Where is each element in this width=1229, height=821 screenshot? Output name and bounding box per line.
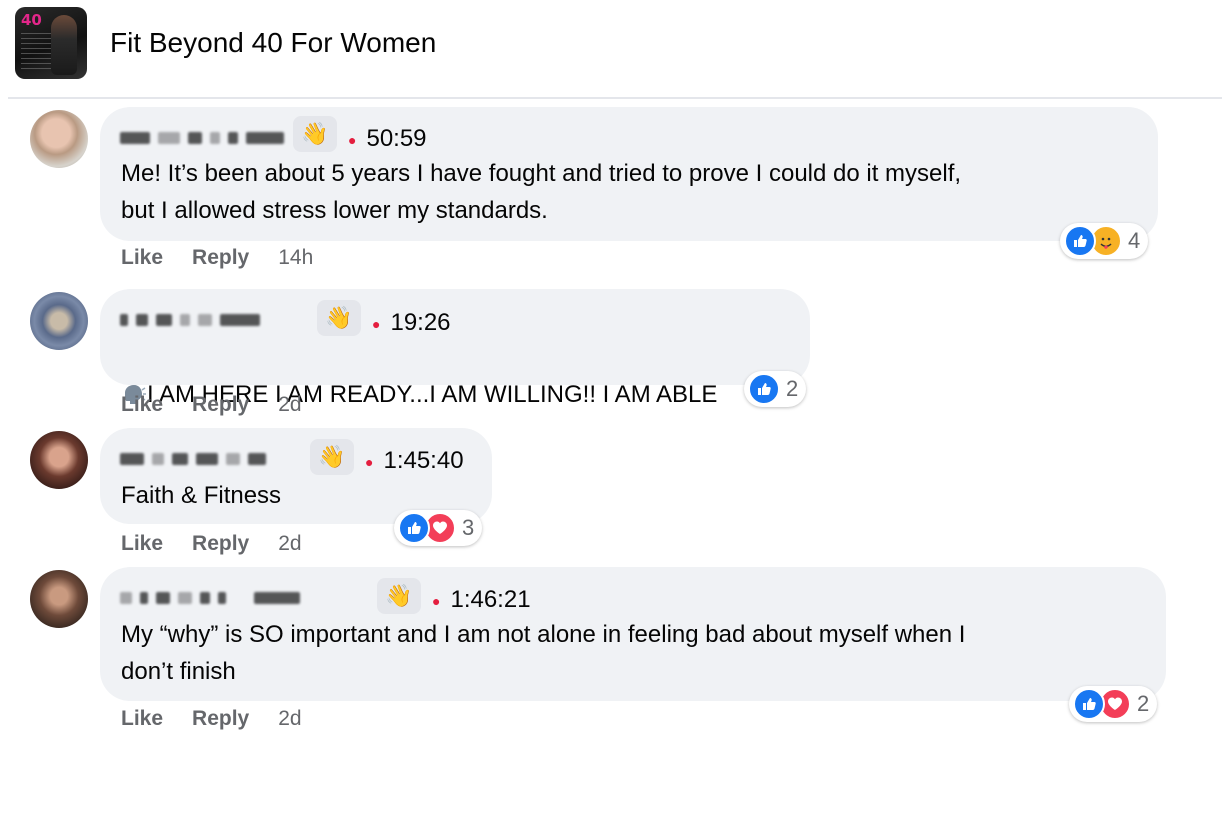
commenter-name-redacted[interactable] — [120, 446, 266, 472]
reaction-summary[interactable]: 3 — [394, 510, 483, 546]
reaction-summary[interactable]: 2 — [744, 371, 807, 407]
comment-text: Faith & Fitness — [121, 482, 282, 509]
comment-timestamp[interactable]: ● 1:46:21 — [432, 586, 531, 614]
comment-timestamp[interactable]: ● 1:45:40 — [365, 447, 464, 475]
comment-actions: Like Reply 2d — [121, 707, 302, 731]
reply-link[interactable]: Reply — [192, 707, 249, 731]
avatar[interactable] — [30, 292, 88, 350]
reaction-count: 2 — [786, 376, 799, 401]
group-avatar-badge: 40 — [21, 11, 42, 29]
reaction-count: 2 — [1137, 691, 1150, 716]
reaction-summary[interactable]: 4 — [1060, 223, 1149, 259]
reply-link[interactable]: Reply — [192, 532, 249, 556]
reply-link[interactable]: Reply — [192, 246, 249, 270]
group-header: 40 Fit Beyond 40 For Women — [0, 0, 1229, 96]
reply-link[interactable]: Reply — [192, 393, 249, 417]
comment: 👋 ● 1:46:21 My “why” is SO important and … — [0, 566, 1229, 746]
commenter-name-redacted[interactable] — [120, 307, 260, 333]
comment-timestamp[interactable]: ● 19:26 — [372, 309, 451, 337]
like-link[interactable]: Like — [121, 246, 163, 270]
comment-actions: Like Reply 14h — [121, 246, 313, 270]
comment-bubble: 👋 ● 50:59 Me! It’s been about 5 years I h… — [100, 107, 1158, 241]
like-link[interactable]: Like — [121, 707, 163, 731]
commenter-name-redacted[interactable] — [120, 125, 284, 151]
reaction-count: 3 — [462, 515, 475, 540]
reaction-summary[interactable]: 2 — [1069, 686, 1158, 722]
wave-badge-icon[interactable]: 👋 — [310, 439, 354, 475]
comment-text: Me! It’s been about 5 years I have fough… — [121, 160, 962, 224]
comment-bubble: 👋 ● 19:26 I AM HERE I AM READY...I AM WIL… — [100, 289, 810, 408]
wave-badge-icon[interactable]: 👋 — [317, 300, 361, 336]
like-reaction-icon — [1064, 225, 1096, 257]
comment-age[interactable]: 14h — [278, 246, 313, 270]
like-link[interactable]: Like — [121, 532, 163, 556]
group-title[interactable]: Fit Beyond 40 For Women — [110, 27, 436, 59]
like-link[interactable]: Like — [121, 393, 163, 417]
comment-age[interactable]: 2d — [278, 532, 301, 556]
wave-badge-icon[interactable]: 👋 — [377, 578, 421, 614]
header-divider — [8, 97, 1222, 99]
comment-age[interactable]: 2d — [278, 393, 301, 417]
group-avatar-text-lines — [21, 33, 51, 73]
comment-age[interactable]: 2d — [278, 707, 301, 731]
wave-badge-icon[interactable]: 👋 — [293, 116, 337, 152]
commenter-name-redacted[interactable] — [120, 585, 300, 611]
comment: 👋 ● 1:45:40 Faith & Fitness Like Reply 2d… — [0, 427, 1229, 567]
comment-actions: Like Reply 2d — [121, 393, 302, 417]
reaction-count: 4 — [1128, 228, 1141, 253]
group-avatar-figure — [51, 15, 77, 75]
avatar[interactable] — [30, 431, 88, 489]
comment-text: My “why” is SO important and I am not al… — [121, 621, 966, 685]
like-reaction-icon — [398, 512, 430, 544]
group-avatar[interactable]: 40 — [15, 7, 87, 79]
comment-bubble: 👋 ● 1:46:21 My “why” is SO important and … — [100, 567, 1166, 701]
like-reaction-icon — [1073, 688, 1105, 720]
comment-actions: Like Reply 2d — [121, 532, 302, 556]
like-reaction-icon — [748, 373, 780, 405]
comment-timestamp[interactable]: ● 50:59 — [348, 125, 427, 153]
avatar[interactable] — [30, 110, 88, 168]
comment: 👋 ● 50:59 Me! It’s been about 5 years I h… — [0, 105, 1229, 275]
comment: 👋 ● 19:26 I AM HERE I AM READY...I AM WIL… — [0, 287, 1229, 427]
avatar[interactable] — [30, 570, 88, 628]
